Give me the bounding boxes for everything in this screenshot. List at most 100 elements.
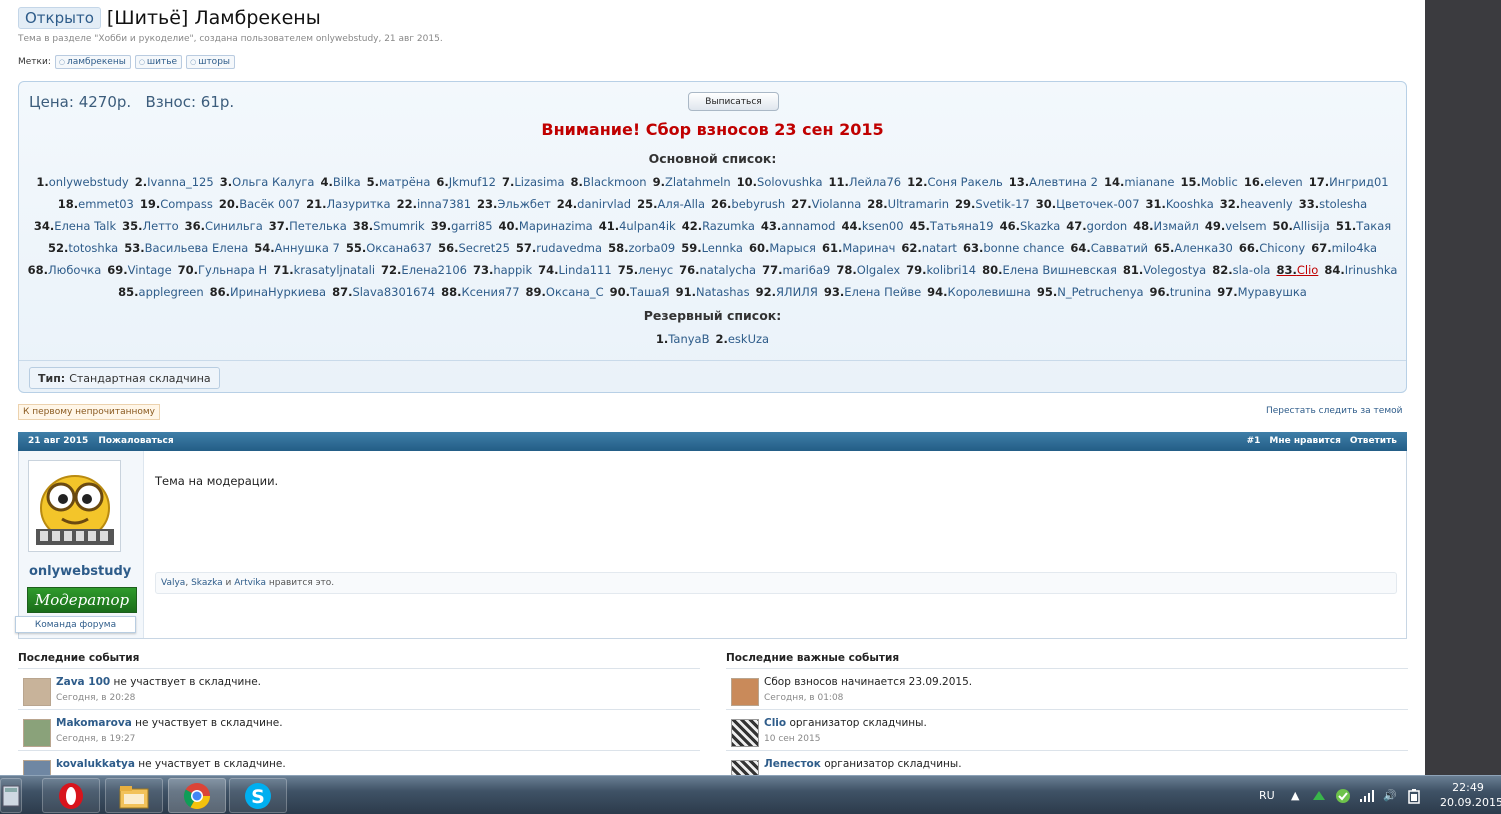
member-link[interactable]: 64.Савватий: [1070, 241, 1148, 255]
avatar[interactable]: [28, 460, 121, 552]
member-link[interactable]: 75.ленус: [618, 263, 673, 277]
member-link[interactable]: 87.Slava8301674: [332, 285, 435, 299]
member-link[interactable]: 24.danirvlad: [557, 197, 631, 211]
member-link[interactable]: 60.Марыся: [749, 241, 816, 255]
member-link[interactable]: 56.Secret25: [438, 241, 510, 255]
member-link[interactable]: 17.Ингрид01: [1309, 175, 1389, 189]
user-avatar-icon[interactable]: [23, 678, 51, 706]
chrome-icon[interactable]: [168, 778, 226, 813]
member-link[interactable]: 19.Compass: [140, 197, 213, 211]
user-avatar-icon[interactable]: [731, 719, 759, 747]
member-link[interactable]: 7.Lizasima: [502, 175, 565, 189]
network-signal-icon[interactable]: [1359, 776, 1375, 814]
member-link[interactable]: 49.velsem: [1205, 219, 1267, 233]
security-icon[interactable]: [1335, 776, 1351, 814]
member-link[interactable]: 90.ТашаЯ: [610, 285, 670, 299]
user-avatar-icon[interactable]: [731, 760, 759, 775]
member-link[interactable]: 39.garri85: [431, 219, 493, 233]
member-link[interactable]: 22.inna7381: [397, 197, 471, 211]
member-link[interactable]: 72.Елена2106: [381, 263, 467, 277]
member-link[interactable]: 82.sla-ola: [1212, 263, 1270, 277]
member-link[interactable]: 23.Эльжбет: [477, 197, 551, 211]
member-link[interactable]: 50.Allisija: [1273, 219, 1330, 233]
member-link[interactable]: 61.Маринач: [822, 241, 895, 255]
member-link[interactable]: 69.Vintage: [107, 263, 171, 277]
tag-shtory[interactable]: шторы: [186, 55, 236, 69]
member-link[interactable]: 42.Razumka: [682, 219, 755, 233]
member-link[interactable]: 91.Natashas: [676, 285, 750, 299]
member-link[interactable]: 71.krasatyljnatali: [273, 263, 375, 277]
member-link[interactable]: 97.Муравушка: [1217, 285, 1307, 299]
event-user[interactable]: Лепесток: [764, 758, 821, 770]
member-link[interactable]: 81.Volegostya: [1123, 263, 1206, 277]
username[interactable]: onlywebstudy: [29, 564, 131, 579]
member-link[interactable]: 65.Аленка30: [1154, 241, 1233, 255]
member-link[interactable]: 2.Ivanna_125: [135, 175, 214, 189]
member-link[interactable]: 26.bebyrush: [711, 197, 785, 211]
member-link[interactable]: 27.Violanna: [791, 197, 861, 211]
member-link[interactable]: 15.Moblic: [1180, 175, 1237, 189]
member-link[interactable]: 74.Linda111: [538, 263, 612, 277]
clock[interactable]: 22:49 20.09.2015: [1440, 780, 1501, 810]
post-number[interactable]: #1: [1247, 436, 1261, 446]
member-link[interactable]: 54.Аннушка 7: [254, 241, 340, 255]
member-link[interactable]: 70.Гульнара Н: [178, 263, 268, 277]
skype-icon[interactable]: S: [229, 778, 287, 813]
reply-link[interactable]: Ответить: [1350, 436, 1397, 446]
member-link[interactable]: 44.ksen00: [841, 219, 903, 233]
member-link[interactable]: 45.Татьяна19: [910, 219, 994, 233]
member-link[interactable]: 46.Skazka: [1000, 219, 1061, 233]
member-link[interactable]: 1.onlywebstudy: [36, 175, 128, 189]
sync-icon[interactable]: [1311, 776, 1327, 814]
user-avatar-icon[interactable]: [23, 719, 51, 747]
member-link[interactable]: 11.Лейла76: [829, 175, 902, 189]
member-link[interactable]: 41.4ulpan4ik: [599, 219, 676, 233]
member-link[interactable]: 58.zorba09: [608, 241, 675, 255]
like-user-1[interactable]: Valya: [161, 578, 185, 588]
battery-icon[interactable]: [1407, 776, 1421, 814]
event-user[interactable]: Clio: [764, 717, 786, 729]
member-link[interactable]: 3.Ольга Калуга: [220, 175, 315, 189]
member-link[interactable]: 18.emmet03: [58, 197, 134, 211]
member-link[interactable]: 2.eskUza: [715, 332, 769, 346]
member-link[interactable]: 12.Соня Ракель: [907, 175, 1003, 189]
member-link[interactable]: 20.Васёк 007: [219, 197, 300, 211]
member-link[interactable]: 83.Clio: [1276, 263, 1318, 277]
member-link[interactable]: 43.annamod: [761, 219, 836, 233]
member-link[interactable]: 57.rudavedma: [516, 241, 602, 255]
member-link[interactable]: 85.applegreen: [118, 285, 204, 299]
member-link[interactable]: 53.Васильева Елена: [124, 241, 248, 255]
member-link[interactable]: 86.ИринаНуркиева: [210, 285, 326, 299]
member-link[interactable]: 10.Solovushka: [737, 175, 823, 189]
like-user-2[interactable]: Skazka: [191, 578, 223, 588]
member-link[interactable]: 66.Chicony: [1239, 241, 1305, 255]
stop-watching-link[interactable]: Перестать следить за темой: [1266, 406, 1402, 416]
member-link[interactable]: 34.Елена Talk: [34, 219, 116, 233]
report-link[interactable]: Пожаловаться: [98, 436, 173, 446]
member-link[interactable]: 4.Bilka: [320, 175, 360, 189]
member-link[interactable]: 37.Петелька: [269, 219, 347, 233]
tag-lambrekeny[interactable]: ламбрекены: [54, 55, 131, 69]
member-link[interactable]: 52.totoshka: [48, 241, 118, 255]
member-link[interactable]: 93.Елена Пейве: [824, 285, 921, 299]
member-link[interactable]: 13.Алевтина 2: [1009, 175, 1098, 189]
event-user[interactable]: kovalukkatya: [56, 758, 135, 770]
member-link[interactable]: 9.Zlatahmeln: [653, 175, 731, 189]
member-link[interactable]: 40.Маринаzima: [499, 219, 593, 233]
member-link[interactable]: 62.natart: [901, 241, 957, 255]
event-user[interactable]: Makomarova: [56, 717, 132, 729]
member-link[interactable]: 92.ЯЛИЛЯ: [756, 285, 818, 299]
event-user[interactable]: Zava 100: [56, 676, 110, 688]
member-link[interactable]: 16.eleven: [1244, 175, 1303, 189]
member-link[interactable]: 38.Smumrik: [353, 219, 425, 233]
member-link[interactable]: 89.Оксана_С: [526, 285, 604, 299]
member-link[interactable]: 78.Olgalex: [836, 263, 900, 277]
member-link[interactable]: 35.Летто: [122, 219, 179, 233]
like-link[interactable]: Мне нравится: [1269, 436, 1340, 446]
volume-icon[interactable]: 🔊: [1383, 776, 1397, 814]
tag-shitye[interactable]: шитье: [134, 55, 183, 69]
member-link[interactable]: 68.Любочка: [28, 263, 102, 277]
file-explorer-icon[interactable]: [105, 778, 163, 813]
member-link[interactable]: 67.milo4ka: [1311, 241, 1377, 255]
member-link[interactable]: 73.happik: [473, 263, 532, 277]
